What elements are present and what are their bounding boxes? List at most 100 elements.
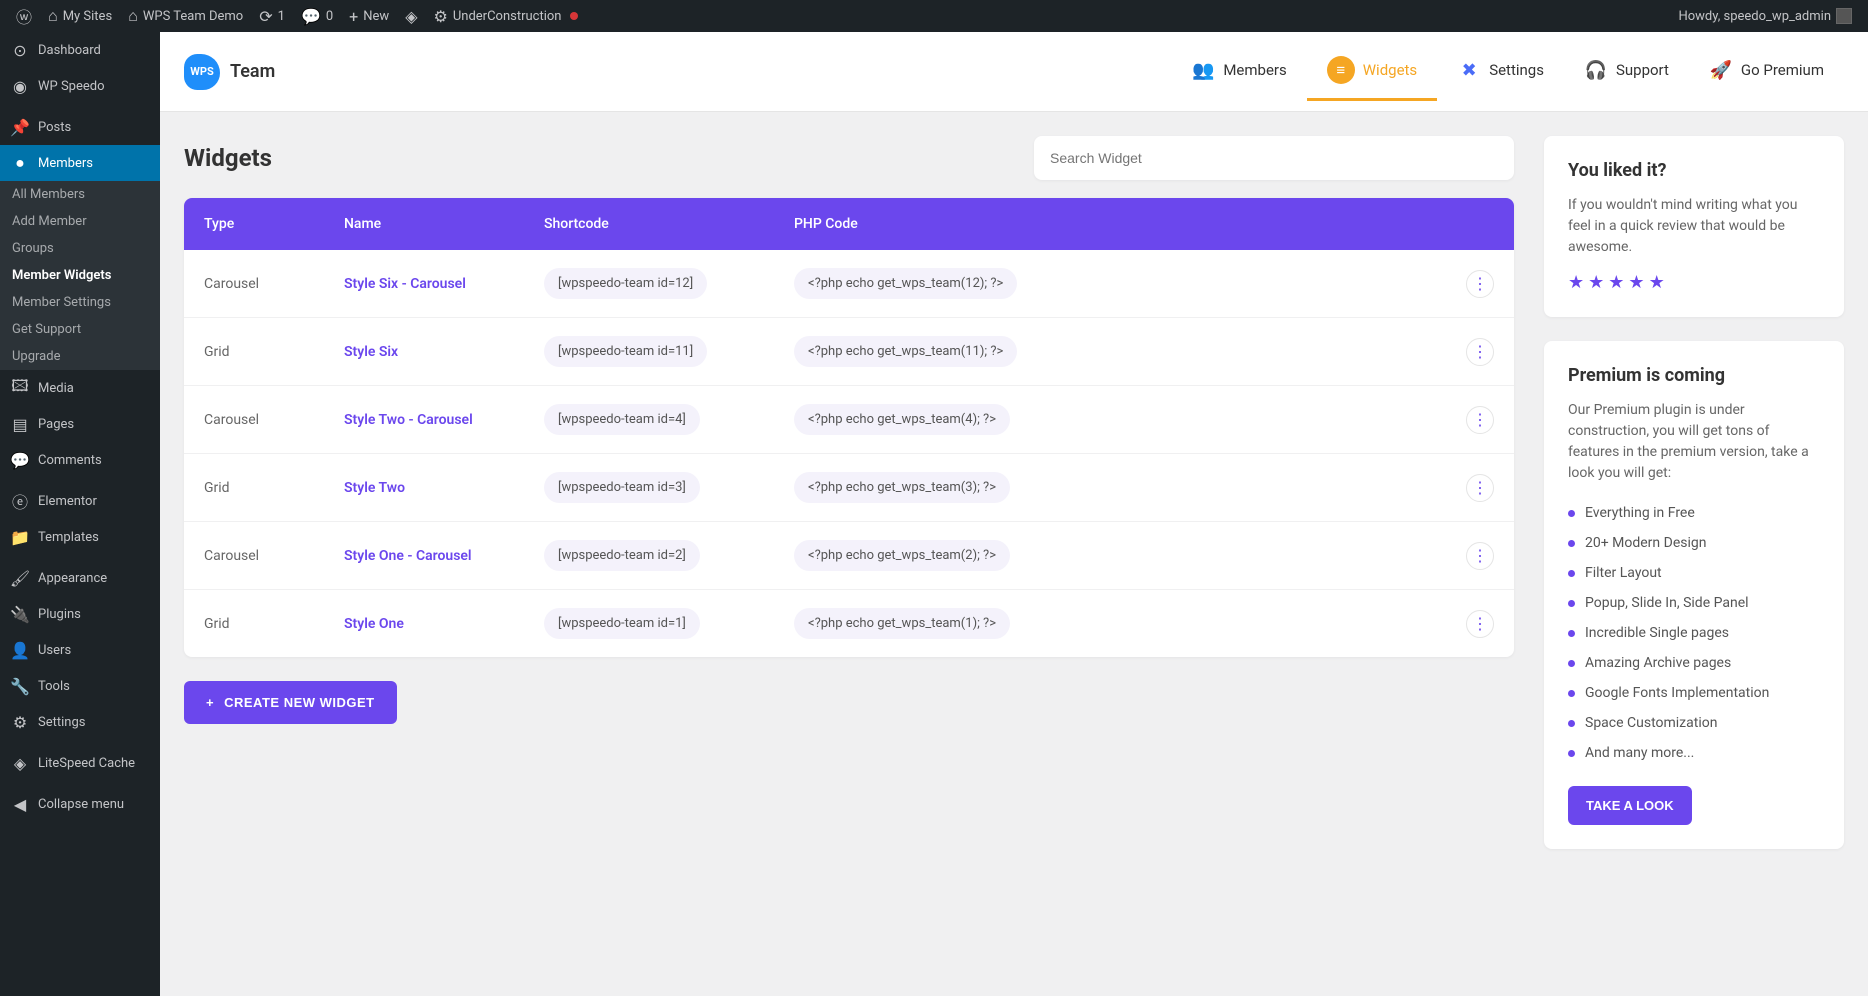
wordpress-icon: ⓦ: [16, 4, 32, 28]
row-actions-button[interactable]: ⋮: [1466, 270, 1494, 298]
nav-members[interactable]: 👥 Members: [1171, 42, 1306, 101]
star-icon: ★: [1628, 272, 1644, 293]
sub-member-widgets[interactable]: Member Widgets: [0, 262, 160, 289]
row-name-link[interactable]: Style Two: [344, 480, 405, 496]
row-name-link[interactable]: Style One - Carousel: [344, 548, 472, 564]
create-widget-button[interactable]: + CREATE NEW WIDGET: [184, 681, 397, 724]
feature-item: Everything in Free: [1568, 498, 1820, 528]
shortcode-pill[interactable]: [wpspeedo-team id=11]: [544, 336, 707, 367]
sidebar-media[interactable]: 🖾Media: [0, 370, 160, 406]
row-actions-button[interactable]: ⋮: [1466, 338, 1494, 366]
underconstruction-bar[interactable]: ⚙UnderConstruction: [426, 0, 587, 32]
table-row: Carousel Style Six - Carousel [wpspeedo-…: [184, 250, 1514, 318]
shortcode-pill[interactable]: [wpspeedo-team id=3]: [544, 472, 700, 503]
dots-icon: ⋮: [1472, 614, 1488, 634]
row-actions-button[interactable]: ⋮: [1466, 542, 1494, 570]
updates[interactable]: ⟳1: [251, 0, 293, 32]
feature-item: Popup, Slide In, Side Panel: [1568, 588, 1820, 618]
comments-bar[interactable]: 💬0: [293, 0, 341, 32]
liked-panel: You liked it? If you wouldn't mind writi…: [1544, 136, 1844, 317]
sliders-icon: ⚙: [10, 712, 30, 732]
shortcode-pill[interactable]: [wpspeedo-team id=2]: [544, 540, 700, 571]
star-icon: ★: [1649, 272, 1665, 293]
php-pill[interactable]: <?php echo get_wps_team(11); ?>: [794, 336, 1017, 367]
dots-icon: ⋮: [1472, 478, 1488, 498]
table-row: Carousel Style Two - Carousel [wpspeedo-…: [184, 386, 1514, 454]
table-row: Grid Style One [wpspeedo-team id=1] <?ph…: [184, 590, 1514, 657]
sidebar-pages[interactable]: ▤Pages: [0, 406, 160, 442]
sub-upgrade[interactable]: Upgrade: [0, 343, 160, 370]
dots-icon: ⋮: [1472, 546, 1488, 566]
sidebar-appearance[interactable]: 🖌Appearance: [0, 560, 160, 596]
sub-get-support[interactable]: Get Support: [0, 316, 160, 343]
widgets-table: Type Name Shortcode PHP Code Carousel St…: [184, 198, 1514, 657]
tools-icon: ✖: [1457, 58, 1481, 82]
php-pill[interactable]: <?php echo get_wps_team(2); ?>: [794, 540, 1010, 571]
sidebar-plugins[interactable]: 🔌Plugins: [0, 596, 160, 632]
php-pill[interactable]: <?php echo get_wps_team(1); ?>: [794, 608, 1010, 639]
cache-bar[interactable]: ◈: [397, 0, 425, 32]
sidebar-wpspeedo[interactable]: ◉WP Speedo: [0, 68, 160, 104]
row-name-link[interactable]: Style Six - Carousel: [344, 276, 466, 292]
row-type: Grid: [204, 480, 344, 496]
dots-icon: ⋮: [1472, 410, 1488, 430]
nav-widgets[interactable]: ≡ Widgets: [1307, 42, 1437, 101]
sidebar-litespeed[interactable]: ◈LiteSpeed Cache: [0, 745, 160, 781]
shortcode-pill[interactable]: [wpspeedo-team id=1]: [544, 608, 700, 639]
my-sites[interactable]: ⌂My Sites: [40, 0, 120, 32]
plug-icon: 🔌: [10, 604, 30, 624]
plugin-name: Team: [230, 61, 275, 82]
sub-all-members[interactable]: All Members: [0, 181, 160, 208]
sub-add-member[interactable]: Add Member: [0, 208, 160, 235]
take-look-button[interactable]: TAKE A LOOK: [1568, 786, 1692, 825]
php-pill[interactable]: <?php echo get_wps_team(4); ?>: [794, 404, 1010, 435]
row-name-link[interactable]: Style Two - Carousel: [344, 412, 473, 428]
shortcode-pill[interactable]: [wpspeedo-team id=4]: [544, 404, 700, 435]
sidebar-comments[interactable]: 💬Comments: [0, 442, 160, 478]
sidebar-settings[interactable]: ⚙Settings: [0, 704, 160, 740]
nav-settings[interactable]: ✖ Settings: [1437, 42, 1564, 101]
sub-groups[interactable]: Groups: [0, 235, 160, 262]
sidebar-elementor[interactable]: ⓔElementor: [0, 483, 160, 519]
row-actions-button[interactable]: ⋮: [1466, 474, 1494, 502]
sidebar-collapse[interactable]: ◀Collapse menu: [0, 786, 160, 822]
row-name-link[interactable]: Style Six: [344, 344, 398, 360]
nav-support[interactable]: 🎧 Support: [1564, 42, 1689, 101]
premium-title: Premium is coming: [1568, 365, 1820, 386]
plugin-logo: WPS: [184, 54, 220, 90]
sidebar-dashboard[interactable]: ⊙Dashboard: [0, 32, 160, 68]
sub-member-settings[interactable]: Member Settings: [0, 289, 160, 316]
table-header: Type Name Shortcode PHP Code: [184, 198, 1514, 250]
user-icon: 👤: [10, 640, 30, 660]
new-content[interactable]: +New: [341, 0, 397, 32]
sidebar-templates[interactable]: 📁Templates: [0, 519, 160, 555]
wp-logo[interactable]: ⓦ: [8, 0, 40, 32]
rocket-icon: 🚀: [1709, 58, 1733, 82]
star-rating[interactable]: ★ ★ ★ ★ ★: [1568, 272, 1820, 293]
shortcode-pill[interactable]: [wpspeedo-team id=12]: [544, 268, 707, 299]
comment-icon: 💬: [10, 450, 30, 470]
sidebar-users[interactable]: 👤Users: [0, 632, 160, 668]
col-name: Name: [344, 216, 544, 232]
php-pill[interactable]: <?php echo get_wps_team(3); ?>: [794, 472, 1010, 503]
row-name-link[interactable]: Style One: [344, 616, 404, 632]
nav-premium[interactable]: 🚀 Go Premium: [1689, 42, 1844, 101]
templates-icon: 📁: [10, 527, 30, 547]
search-input[interactable]: [1034, 136, 1514, 180]
row-actions-button[interactable]: ⋮: [1466, 610, 1494, 638]
row-type: Carousel: [204, 548, 344, 564]
layers-icon: ≡: [1327, 56, 1355, 84]
plugin-header: WPS Team 👥 Members ≡ Widgets ✖ Settings …: [160, 32, 1868, 112]
col-shortcode: Shortcode: [544, 216, 794, 232]
sidebar-posts[interactable]: 📌Posts: [0, 109, 160, 145]
sidebar-members[interactable]: ●Members: [0, 145, 160, 181]
php-pill[interactable]: <?php echo get_wps_team(12); ?>: [794, 268, 1017, 299]
table-row: Grid Style Two [wpspeedo-team id=3] <?ph…: [184, 454, 1514, 522]
feature-list: Everything in Free20+ Modern DesignFilte…: [1568, 498, 1820, 768]
page-title: Widgets: [184, 144, 272, 172]
site-home[interactable]: ⌂WPS Team Demo: [120, 0, 251, 32]
sidebar-tools[interactable]: 🔧Tools: [0, 668, 160, 704]
howdy-user[interactable]: Howdy, speedo_wp_admin: [1670, 0, 1860, 32]
row-actions-button[interactable]: ⋮: [1466, 406, 1494, 434]
pin-icon: 📌: [10, 117, 30, 137]
